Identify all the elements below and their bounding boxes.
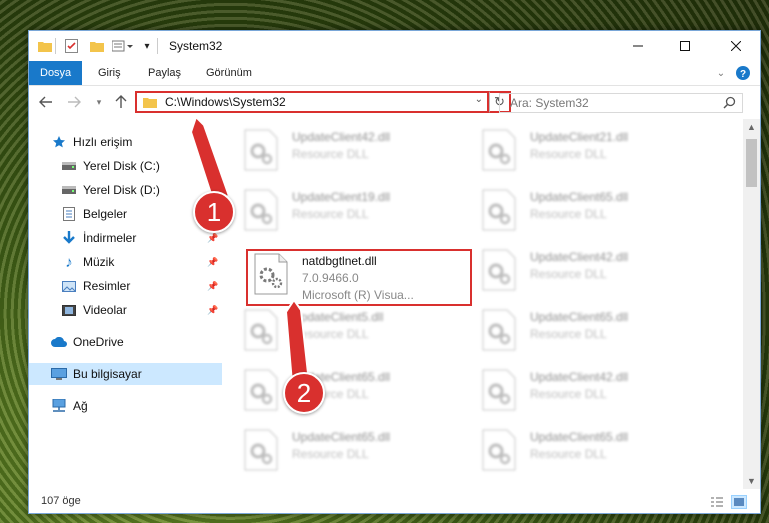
arrow-2 [284, 298, 311, 385]
arrow-1 [189, 115, 231, 202]
annotation-arrows [189, 115, 311, 385]
step-1-badge: 1 [193, 191, 235, 233]
step-2-badge: 2 [283, 372, 325, 414]
